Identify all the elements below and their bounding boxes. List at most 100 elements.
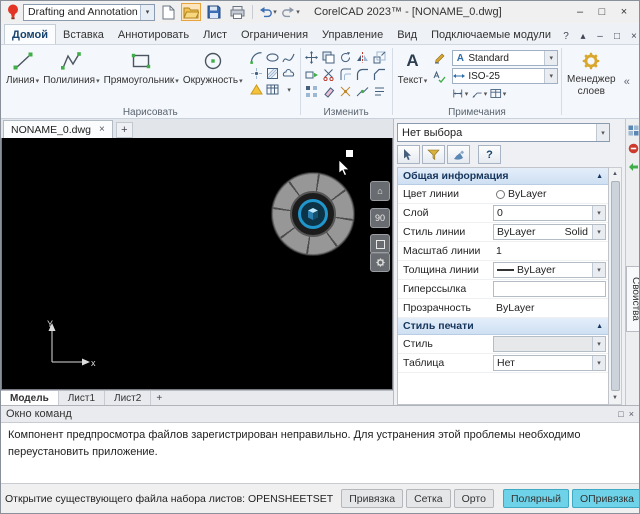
close-icon[interactable]: × — [629, 409, 634, 419]
tab-constraints[interactable]: Ограничения — [234, 25, 315, 44]
erase-icon[interactable] — [321, 84, 337, 99]
tool-line[interactable]: Линия▾ — [4, 47, 41, 86]
table-style-icon[interactable]: ▾ — [490, 86, 506, 101]
hatch-icon[interactable] — [265, 66, 281, 81]
prop-row-hyperlink[interactable]: Гиперссылка — [398, 280, 608, 299]
new-document-tab-button[interactable]: + — [116, 122, 133, 138]
new-file-button[interactable] — [158, 3, 178, 21]
prop-row-linescale[interactable]: Масштаб линии 1 — [398, 242, 608, 261]
tab-plugins[interactable]: Подключаемые модули — [424, 25, 558, 44]
toggle-polar[interactable]: Полярный — [503, 489, 569, 508]
toggle-esnap[interactable]: ОПривязка — [572, 489, 639, 508]
chevron-down-icon[interactable]: ▾ — [592, 263, 605, 277]
table-icon[interactable] — [265, 82, 281, 97]
tab-home[interactable]: Домой — [4, 24, 56, 44]
stretch-icon[interactable] — [304, 67, 320, 82]
revision-cloud-icon[interactable] — [281, 66, 297, 81]
add-sheet-button[interactable]: + — [151, 391, 167, 405]
home-view-button[interactable]: ⌂ — [370, 181, 390, 201]
doc-minimize-button[interactable]: – — [592, 28, 608, 44]
prop-row-style[interactable]: Стиль ▾ — [398, 335, 608, 354]
chevron-down-icon[interactable]: ▾ — [592, 356, 605, 370]
navigation-wheel-hub[interactable] — [298, 199, 328, 229]
tab-insert[interactable]: Вставка — [56, 25, 111, 44]
print-button[interactable] — [227, 3, 247, 21]
tool-polyline[interactable]: Полилиния▾ — [41, 47, 101, 86]
redo-button[interactable]: ▾ — [281, 3, 301, 21]
palette-grid-icon[interactable] — [628, 124, 640, 136]
spline-icon[interactable] — [281, 50, 297, 65]
properties-scrollbar[interactable]: ▲ ▼ — [609, 167, 622, 405]
mirror-icon[interactable] — [355, 50, 371, 65]
prop-row-table[interactable]: Таблица Нет▾ — [398, 354, 608, 373]
document-tab[interactable]: NONAME_0.dwg × — [3, 120, 113, 138]
match-properties-button[interactable] — [447, 145, 470, 164]
tool-text[interactable]: A Текст▾ — [396, 47, 430, 86]
maximize-button[interactable]: □ — [591, 3, 613, 21]
tab-model[interactable]: Модель — [1, 391, 59, 405]
toggle-ortho[interactable]: Орто — [454, 489, 494, 508]
pin-icon[interactable]: □ — [618, 409, 623, 419]
scroll-up-icon[interactable]: ▲ — [612, 168, 618, 180]
help-button[interactable]: ? — [478, 145, 501, 164]
prop-row-layer[interactable]: Слой 0▾ — [398, 204, 608, 223]
minimize-button[interactable]: – — [569, 3, 591, 21]
chevron-down-icon[interactable]: ▾ — [596, 124, 609, 141]
close-icon[interactable]: × — [99, 124, 105, 135]
quick-select-button[interactable] — [422, 145, 445, 164]
drawing-canvas[interactable]: ⌂ 90 Y x — [1, 138, 393, 390]
prop-row-linestyle[interactable]: Стиль линии ByLayerSolid▾ — [398, 223, 608, 242]
layer-manager-button[interactable]: Менеджер слоев — [562, 45, 620, 118]
rotate-90-button[interactable]: 90 — [370, 208, 390, 228]
arc-icon[interactable] — [249, 50, 265, 65]
tool-circle[interactable]: Окружность▾ — [181, 47, 245, 86]
palette-green-icon[interactable] — [628, 160, 640, 172]
navigation-wheel[interactable] — [271, 172, 355, 256]
trim-icon[interactable] — [321, 67, 337, 82]
text-style-selector[interactable]: A Standard ▾ — [452, 50, 558, 66]
close-button[interactable]: × — [613, 3, 635, 21]
array-icon[interactable] — [304, 84, 320, 99]
leader-icon[interactable]: ▾ — [471, 86, 487, 101]
prop-row-lineweight[interactable]: Толщина линии ByLayer▾ — [398, 261, 608, 280]
tab-sheet1[interactable]: Лист1 — [59, 391, 105, 405]
workspace-selector[interactable]: Drafting and Annotation ▾ — [23, 4, 155, 21]
scroll-down-icon[interactable]: ▼ — [612, 392, 618, 404]
copy-icon[interactable] — [321, 50, 337, 65]
offset-icon[interactable] — [338, 67, 354, 82]
point-icon[interactable] — [249, 66, 265, 81]
toggle-snap[interactable]: Привязка — [341, 489, 403, 508]
fillet-icon[interactable] — [355, 67, 371, 82]
edit-text-icon[interactable] — [431, 51, 447, 66]
collapse-ribbon-icon[interactable]: ▴ — [575, 28, 591, 44]
chevron-down-icon[interactable]: ▾ — [592, 206, 605, 220]
section-printstyle-header[interactable]: Стиль печати ▲ — [398, 318, 608, 335]
open-file-button[interactable] — [181, 3, 201, 21]
chevron-down-icon[interactable]: ▾ — [592, 225, 605, 239]
command-window-header[interactable]: Окно команд □ × — [1, 406, 639, 423]
tab-manage[interactable]: Управление — [315, 25, 390, 44]
tab-sheet2[interactable]: Лист2 — [105, 391, 151, 405]
warning-triangle-icon[interactable] — [249, 82, 265, 97]
prop-row-linecolor[interactable]: Цвет линии ByLayer — [398, 185, 608, 204]
wheel-settings-button[interactable] — [370, 252, 390, 272]
tab-annotate[interactable]: Аннотировать — [111, 25, 196, 44]
rotate-icon[interactable] — [338, 50, 354, 65]
chevron-down-icon[interactable]: ▾ — [544, 69, 557, 83]
dimension-style-selector[interactable]: ISO-25 ▾ — [452, 68, 558, 84]
join-icon[interactable] — [355, 84, 371, 99]
command-output[interactable]: Компонент предпросмотра файлов зарегистр… — [1, 423, 639, 483]
doc-close-button[interactable]: × — [626, 28, 640, 44]
palette-red-icon[interactable] — [628, 142, 640, 154]
spell-check-icon[interactable] — [431, 69, 447, 84]
more-tools-icon[interactable]: ▾ — [281, 82, 297, 97]
undo-button[interactable]: ▾ — [258, 3, 278, 21]
explode-icon[interactable] — [338, 84, 354, 99]
selection-combo[interactable]: Нет выбора ▾ — [397, 123, 610, 142]
section-general-header[interactable]: Общая информация ▲ — [398, 168, 608, 185]
view-options-button[interactable] — [370, 234, 390, 254]
select-elements-button[interactable] — [397, 145, 420, 164]
chevron-down-icon[interactable]: ▾ — [544, 51, 557, 65]
dimension-icon[interactable]: ▾ — [452, 86, 468, 101]
prop-row-transparency[interactable]: Прозрачность ByLayer — [398, 299, 608, 318]
